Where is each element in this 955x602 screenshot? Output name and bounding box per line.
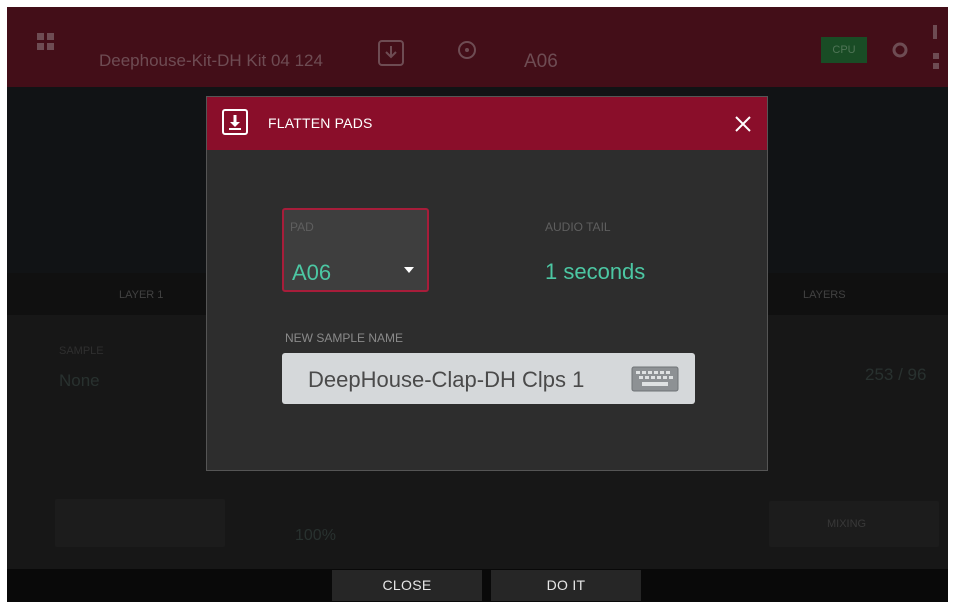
close-button[interactable]: CLOSE bbox=[332, 570, 482, 601]
audio-tail-label: AUDIO TAIL bbox=[545, 220, 611, 234]
audio-tail-value[interactable]: 1 seconds bbox=[545, 259, 645, 285]
pad-label: PAD bbox=[290, 220, 314, 234]
dialog-header: FLATTEN PADS bbox=[207, 97, 767, 150]
new-sample-name-label: NEW SAMPLE NAME bbox=[285, 331, 404, 345]
pad-select[interactable]: PAD A06 bbox=[282, 208, 429, 292]
new-sample-name-field[interactable]: DeepHouse-Clap-DH Clps 1 bbox=[282, 353, 695, 404]
keyboard-icon[interactable] bbox=[631, 366, 679, 392]
dialog-title: FLATTEN PADS bbox=[268, 115, 373, 131]
pad-value: A06 bbox=[292, 260, 332, 285]
app-screen: Deephouse-Kit-DH Kit 04 124 A06 CPU LAYE… bbox=[7, 7, 948, 602]
flatten-pads-dialog: FLATTEN PADS PAD A06 AUDIO TAIL 1 second… bbox=[206, 96, 768, 471]
new-sample-name-value: DeepHouse-Clap-DH Clps 1 bbox=[308, 367, 585, 392]
close-icon[interactable] bbox=[731, 112, 755, 136]
caret-down-icon bbox=[404, 267, 414, 273]
do-it-button[interactable]: DO IT bbox=[491, 570, 641, 601]
flatten-download-icon bbox=[222, 109, 248, 135]
